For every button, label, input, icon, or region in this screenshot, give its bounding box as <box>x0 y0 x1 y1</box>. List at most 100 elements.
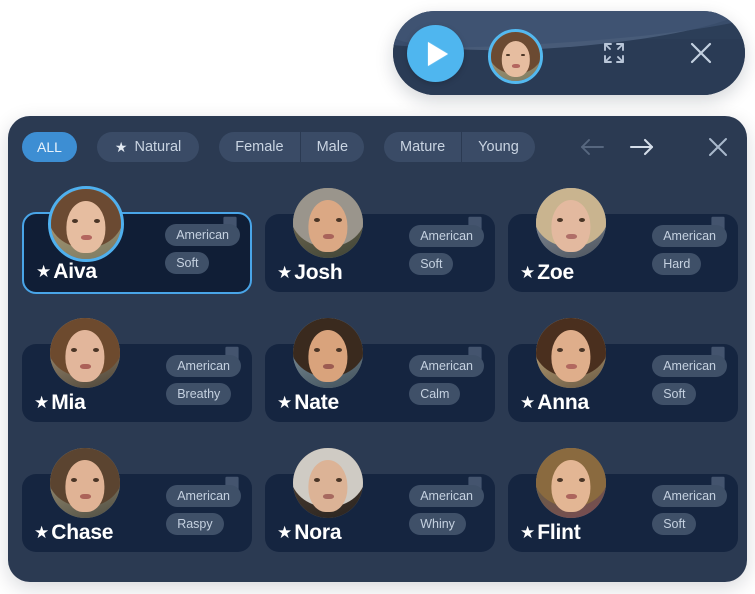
filter-natural-label: Natural <box>134 139 182 155</box>
voice-name: Anna <box>537 391 589 414</box>
filter-group-age: Mature Young <box>384 132 535 162</box>
tag-accent: American <box>652 225 727 247</box>
tag-style: Hard <box>652 253 702 275</box>
filter-natural[interactable]: ★ Natural <box>96 132 200 162</box>
avatar-image <box>536 188 606 258</box>
voice-tags: American Soft <box>652 485 727 535</box>
voice-card-chase[interactable]: American Raspy ★ Chase <box>22 448 252 577</box>
tag-accent: American <box>166 355 241 377</box>
star-icon: ★ <box>277 263 293 282</box>
avatar-image-aiva <box>491 32 540 81</box>
close-icon <box>690 42 712 64</box>
tag-accent: American <box>652 485 727 507</box>
tag-style: Soft <box>652 383 697 405</box>
voice-tags: American Hard <box>652 225 727 275</box>
star-icon: ★ <box>36 262 52 281</box>
voice-name: Flint <box>537 521 581 544</box>
voice-avatar-nate[interactable] <box>293 318 363 388</box>
voice-tags: American Soft <box>165 224 240 274</box>
voice-avatar-chase[interactable] <box>50 448 120 518</box>
voice-tags: American Raspy <box>166 485 241 535</box>
voice-name-row: ★ Josh <box>277 261 343 284</box>
filter-male[interactable]: Male <box>299 132 364 162</box>
voice-tags: American Soft <box>409 225 484 275</box>
voice-name-row: ★ Zoe <box>520 262 574 283</box>
filter-mature[interactable]: Mature <box>384 132 461 162</box>
voice-name-row: ★ Mia <box>34 392 86 413</box>
voice-card-anna[interactable]: American Soft ★ Anna <box>508 318 738 447</box>
voice-card-zoe[interactable]: American Hard ★ Zoe <box>508 188 738 317</box>
close-panel-button[interactable] <box>703 132 733 162</box>
tag-style: Soft <box>409 253 454 275</box>
avatar-image <box>50 318 120 388</box>
voice-card-josh[interactable]: American Soft ★ Josh <box>265 188 495 317</box>
voice-name-row: ★ Flint <box>520 522 581 543</box>
star-icon: ★ <box>34 393 50 412</box>
tag-accent: American <box>409 355 484 377</box>
expand-icon <box>604 43 624 63</box>
prev-page-button[interactable] <box>577 132 607 162</box>
voice-name: Zoe <box>537 261 574 284</box>
star-icon: ★ <box>520 263 536 282</box>
play-button[interactable] <box>407 25 464 82</box>
voice-tags: American Whiny <box>409 485 484 535</box>
star-icon: ★ <box>520 523 536 542</box>
voice-name: Mia <box>51 391 86 414</box>
filter-all[interactable]: ALL <box>22 132 77 162</box>
star-icon: ★ <box>114 139 128 155</box>
voice-card-nate[interactable]: American Calm ★ Nate <box>265 318 495 447</box>
voice-name: Nate <box>294 391 339 414</box>
tag-style: Calm <box>409 383 461 405</box>
voice-avatar-aiva[interactable] <box>48 186 124 262</box>
voice-avatar-mia[interactable] <box>50 318 120 388</box>
avatar-image <box>536 318 606 388</box>
floating-player <box>393 11 745 95</box>
voice-card-flint[interactable]: American Soft ★ Flint <box>508 448 738 577</box>
voice-name-row: ★ Nate <box>277 392 339 413</box>
voice-card-aiva[interactable]: American Soft ★ Aiva <box>22 186 252 317</box>
next-page-button[interactable] <box>627 132 657 162</box>
play-icon <box>428 41 448 66</box>
voice-name: Josh <box>294 261 343 284</box>
voice-library-panel: ALL ★ Natural Female Male Mature Young A… <box>8 116 747 582</box>
avatar-image <box>50 448 120 518</box>
filter-female[interactable]: Female <box>219 132 299 162</box>
filter-young[interactable]: Young <box>461 132 535 162</box>
tag-style: Soft <box>652 513 697 535</box>
tag-accent: American <box>409 485 484 507</box>
avatar-image <box>293 448 363 518</box>
voice-avatar-anna[interactable] <box>536 318 606 388</box>
voice-name: Nora <box>294 521 342 544</box>
avatar-image <box>293 188 363 258</box>
arrow-left-icon <box>581 139 604 155</box>
arrow-right-icon <box>629 138 654 156</box>
filter-group-gender: Female Male <box>219 132 365 162</box>
voice-name-row: ★ Nora <box>277 522 341 543</box>
voice-card-nora[interactable]: American Whiny ★ Nora <box>265 448 495 577</box>
star-icon: ★ <box>277 523 293 542</box>
avatar-image <box>536 448 606 518</box>
tag-style: Whiny <box>409 513 466 535</box>
voice-grid: American Soft ★ Aiva American Soft ★ Josh Americ… <box>22 186 738 577</box>
voice-name: Chase <box>51 521 114 544</box>
voice-avatar-flint[interactable] <box>536 448 606 518</box>
player-avatar[interactable] <box>488 29 543 84</box>
voice-avatar-nora[interactable] <box>293 448 363 518</box>
star-icon: ★ <box>277 393 293 412</box>
voice-name: Aiva <box>53 260 97 283</box>
voice-card-mia[interactable]: American Breathy ★ Mia <box>22 318 252 447</box>
voice-avatar-zoe[interactable] <box>536 188 606 258</box>
avatar-image <box>293 318 363 388</box>
tag-accent: American <box>166 485 241 507</box>
star-icon: ★ <box>520 393 536 412</box>
voice-avatar-josh[interactable] <box>293 188 363 258</box>
tag-accent: American <box>165 224 240 246</box>
voice-tags: American Breathy <box>166 355 241 405</box>
voice-tags: American Calm <box>409 355 484 405</box>
expand-button[interactable] <box>598 37 630 69</box>
tag-accent: American <box>652 355 727 377</box>
close-player-button[interactable] <box>684 36 718 70</box>
tag-accent: American <box>409 225 484 247</box>
panel-navigation <box>577 132 733 162</box>
avatar-image <box>51 189 121 259</box>
